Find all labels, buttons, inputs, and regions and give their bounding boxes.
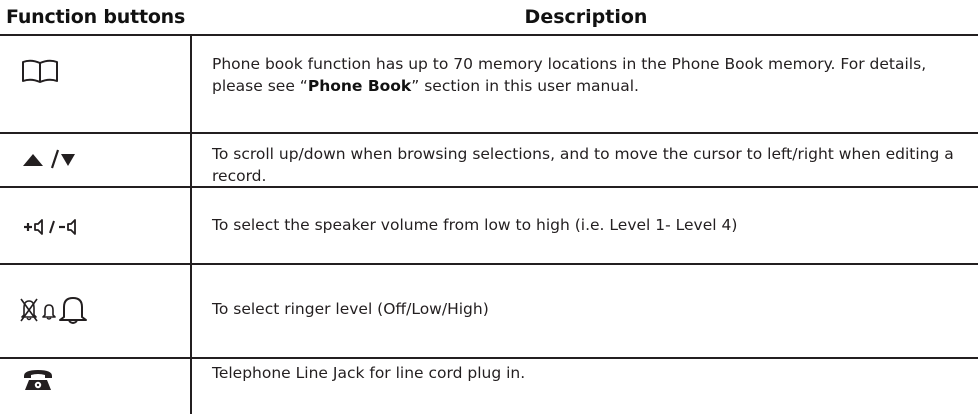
table-row-icon-cell xyxy=(0,52,190,92)
table-row-icon-cell xyxy=(0,293,190,327)
table-row-icon-cell xyxy=(0,365,190,395)
ringer-off-icon xyxy=(20,298,38,322)
book-icon xyxy=(22,59,58,83)
table-row-description: To scroll up/down when browsing selectio… xyxy=(212,145,954,185)
speaker-volume-icon xyxy=(24,219,76,235)
table-row-icon-cell xyxy=(0,142,190,176)
ringer-high-icon xyxy=(59,297,87,324)
row-divider xyxy=(0,357,978,359)
ringer-low-icon xyxy=(42,304,56,320)
table-row-description: To select ringer level (Off/Low/High) xyxy=(212,300,489,318)
table-row-description: Phone book function has up to 70 memory … xyxy=(212,53,962,97)
header-function-buttons: Function buttons xyxy=(6,6,186,28)
header-divider xyxy=(0,34,978,36)
row-divider xyxy=(0,263,978,265)
table-row-icon-cell xyxy=(0,211,190,241)
phone-book-reference: Phone Book xyxy=(307,77,412,95)
row-divider xyxy=(0,132,978,134)
description-text: ” section in this user manual. xyxy=(411,77,639,95)
ringer-levels-icon xyxy=(20,297,87,324)
up-down-arrows-icon xyxy=(23,149,75,169)
table-row-description: Telephone Line Jack for line cord plug i… xyxy=(212,364,526,382)
table-row-description: To select the speaker volume from low to… xyxy=(212,216,738,234)
telephone-icon xyxy=(24,370,52,390)
header-description: Description xyxy=(524,6,648,28)
